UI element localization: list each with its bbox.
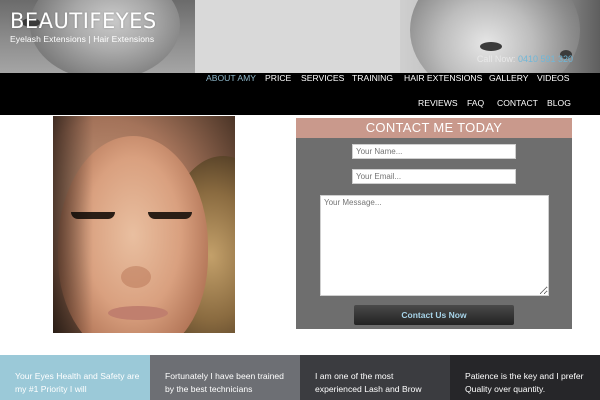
nose-shape	[121, 266, 151, 288]
email-field[interactable]	[352, 169, 516, 184]
eyelash-shape	[148, 212, 192, 219]
phone-contact[interactable]: Call Now: 0410 591 320	[477, 54, 573, 64]
nav-item-about-amy[interactable]: ABOUT AMY	[206, 73, 256, 83]
nav-item-faq[interactable]: FAQ	[467, 98, 484, 108]
nav-item-training[interactable]: TRAINING	[352, 73, 393, 83]
nav-item-videos[interactable]: VIDEOS	[537, 73, 569, 83]
main-nav: ABOUT AMY PRICE SERVICES TRAINING HAIR E…	[0, 73, 600, 115]
feature-box-safety: Your Eyes Health and Safety are my #1 Pr…	[0, 355, 150, 400]
eye-shape	[480, 42, 502, 51]
site-logo[interactable]: BEAUTIFEYES	[10, 9, 157, 33]
profile-photo	[53, 116, 235, 333]
site-header: BEAUTIFEYES Eyelash Extensions | Hair Ex…	[0, 0, 600, 73]
nav-item-contact[interactable]: CONTACT	[497, 98, 538, 108]
phone-label: Call Now:	[476, 54, 516, 64]
site-tagline: Eyelash Extensions | Hair Extensions	[10, 34, 155, 44]
contact-submit-button[interactable]: Contact Us Now	[354, 305, 514, 325]
feature-box-training: Fortunately I have been trained by the b…	[150, 355, 300, 400]
message-field[interactable]	[320, 195, 549, 296]
nav-item-services[interactable]: SERVICES	[301, 73, 344, 83]
nav-item-blog[interactable]: BLOG	[547, 98, 571, 108]
feature-strip: Your Eyes Health and Safety are my #1 Pr…	[0, 355, 600, 400]
contact-form: CONTACT ME TODAY Contact Us Now	[296, 118, 572, 329]
nav-item-hair-extensions[interactable]: HAIR EXTENSIONS	[404, 73, 482, 83]
feature-box-quality: Patience is the key and I prefer Quality…	[450, 355, 600, 400]
name-field[interactable]	[352, 144, 516, 159]
contact-form-title: CONTACT ME TODAY	[296, 118, 572, 138]
nav-item-reviews[interactable]: REVIEWS	[418, 98, 458, 108]
feature-box-experience: I am one of the most experienced Lash an…	[300, 355, 450, 400]
page: BEAUTIFEYES Eyelash Extensions | Hair Ex…	[0, 0, 600, 400]
lips-shape	[108, 306, 168, 320]
photo-shadow	[53, 116, 93, 333]
nav-item-gallery[interactable]: GALLERY	[489, 73, 529, 83]
phone-number[interactable]: 0410 591 320	[518, 54, 573, 64]
header-band	[195, 0, 405, 73]
nav-item-price[interactable]: PRICE	[265, 73, 291, 83]
